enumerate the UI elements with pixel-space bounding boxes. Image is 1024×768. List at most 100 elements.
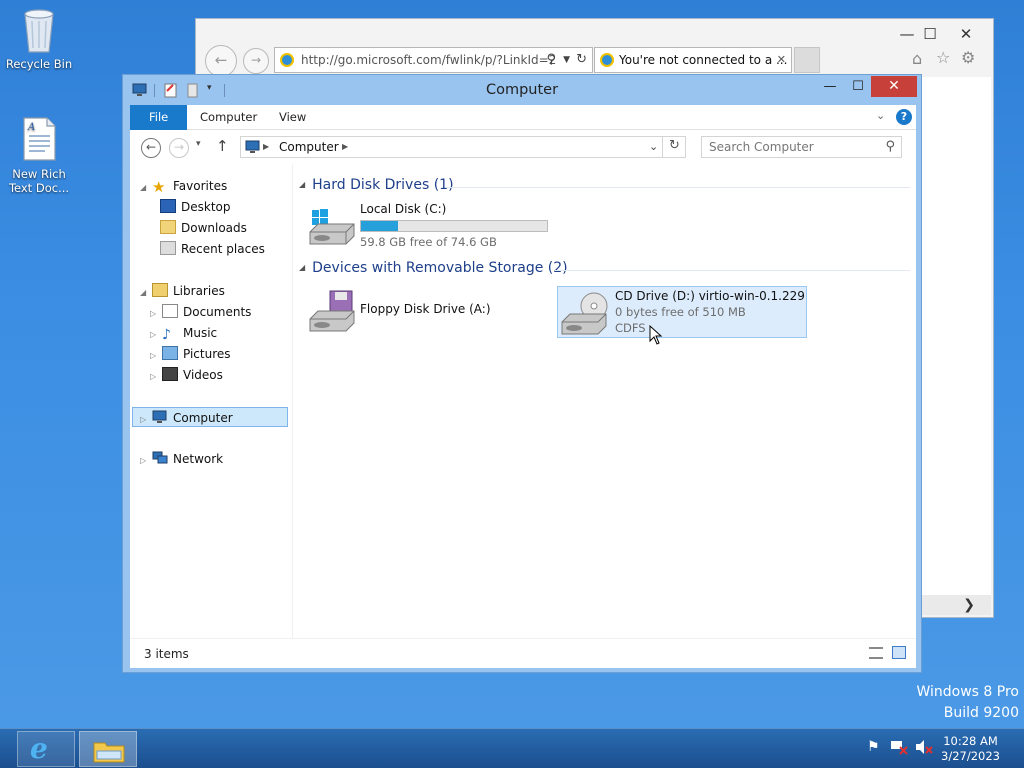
ie-tab-title: You're not connected to a ... — [619, 53, 788, 67]
back-button[interactable]: ← — [141, 138, 161, 158]
group-title: Devices with Removable Storage (2) — [312, 260, 568, 276]
address-dropdown-icon[interactable]: ⌄ — [649, 137, 658, 157]
expand-arrow-icon[interactable]: ▷ — [150, 367, 162, 387]
system-clock[interactable]: 10:28 AM 3/27/2023 — [941, 734, 1000, 764]
tree-label: Libraries — [173, 284, 225, 298]
taskbar-file-explorer[interactable] — [79, 731, 137, 767]
tree-label: Recent places — [181, 242, 265, 256]
breadcrumb-chevron-icon[interactable]: ▶ — [263, 137, 269, 157]
large-icons-view-icon[interactable] — [892, 646, 906, 659]
group-title: Hard Disk Drives (1) — [312, 177, 454, 193]
tree-label: Videos — [183, 368, 223, 382]
ie-horizontal-scrollbar[interactable]: ❯ — [921, 595, 991, 615]
ie-tab-close-icon[interactable]: ✕ — [777, 48, 786, 72]
group-header-hard-disks[interactable]: ◢ Hard Disk Drives (1) — [299, 177, 454, 193]
tree-item-libraries[interactable]: ◢ Libraries — [140, 281, 225, 301]
recent-locations-button[interactable]: ▾ — [196, 139, 201, 149]
tab-computer[interactable]: Computer — [188, 105, 269, 130]
volume-muted-icon[interactable] — [915, 739, 933, 759]
taskbar-internet-explorer[interactable]: e — [17, 731, 75, 767]
expand-arrow-icon[interactable]: ▷ — [150, 325, 162, 345]
breadcrumb-computer[interactable]: Computer — [279, 137, 339, 157]
ie-address-bar[interactable]: http://go.microsoft.com/fwlink/p/?LinkId… — [274, 47, 593, 73]
group-header-removable[interactable]: ◢ Devices with Removable Storage (2) — [299, 260, 568, 276]
tree-item-music[interactable]: ▷ ♪ Music — [150, 323, 217, 343]
collapse-arrow-icon[interactable]: ◢ — [140, 283, 152, 303]
tree-item-network[interactable]: ▷ Network — [140, 449, 223, 469]
ie-forward-button[interactable]: → — [243, 48, 269, 74]
refresh-button[interactable]: ↻ — [662, 136, 686, 158]
expand-arrow-icon[interactable]: ▷ — [140, 451, 152, 471]
group-divider — [555, 270, 910, 271]
tree-item-documents[interactable]: ▷ Documents — [150, 302, 251, 322]
pictures-icon — [162, 346, 178, 360]
hard-drive-windows-icon — [308, 206, 356, 249]
ie-dropdown-icon[interactable]: ▼ — [563, 48, 570, 72]
ie-close-button[interactable]: ✕ — [952, 23, 980, 45]
desktop-icon-recycle-bin[interactable]: Recycle Bin — [1, 6, 77, 71]
ie-page-content[interactable] — [921, 77, 991, 597]
drive-cd-d[interactable]: CD Drive (D:) virtio-win-0.1.229 0 bytes… — [557, 286, 807, 338]
collapse-arrow-icon[interactable]: ◢ — [140, 178, 152, 198]
desktop-folder-icon — [160, 199, 176, 213]
tree-label: Pictures — [183, 347, 231, 361]
network-icon — [152, 451, 168, 465]
content-pane[interactable]: ◢ Hard Disk Drives (1) Local Disk (C:) 59… — [292, 164, 916, 638]
desktop-icon-rtf-document[interactable]: A New Rich Text Doc... — [1, 116, 77, 195]
tree-item-desktop[interactable]: Desktop — [160, 197, 231, 217]
tree-item-pictures[interactable]: ▷ Pictures — [150, 344, 231, 364]
details-view-icon[interactable] — [869, 647, 883, 659]
network-status-icon[interactable] — [890, 739, 908, 759]
expand-arrow-icon[interactable]: ▷ — [140, 410, 152, 430]
rtf-document-icon: A — [17, 116, 61, 164]
tree-item-favorites[interactable]: ◢ ★ Favorites — [140, 176, 227, 196]
help-icon[interactable]: ? — [896, 109, 912, 125]
documents-icon — [162, 304, 178, 318]
group-collapse-icon[interactable]: ◢ — [299, 180, 305, 189]
tree-label: Computer — [173, 411, 233, 425]
explorer-window[interactable]: ▾ Computer — ☐ ✕ File Computer View ⌄ ? … — [122, 74, 922, 673]
drive-floppy-a[interactable]: Floppy Disk Drive (A:) — [303, 286, 553, 338]
music-note-icon: ♪ — [162, 327, 171, 343]
ie-page-icon — [280, 53, 294, 67]
drive-free-space: 59.8 GB free of 74.6 GB — [360, 235, 497, 249]
home-icon[interactable]: ⌂ — [912, 49, 922, 68]
expand-arrow-icon[interactable]: ▷ — [150, 346, 162, 366]
tree-item-downloads[interactable]: Downloads — [160, 218, 247, 238]
tab-view[interactable]: View — [267, 105, 318, 130]
drive-name: CD Drive (D:) virtio-win-0.1.229 — [615, 289, 805, 303]
ie-refresh-icon[interactable]: ↻ — [576, 48, 587, 72]
ie-tab-active[interactable]: You're not connected to a ... ✕ — [594, 47, 792, 73]
group-collapse-icon[interactable]: ◢ — [299, 263, 305, 272]
address-bar[interactable]: ▶ Computer ▶ ⌄ — [240, 136, 686, 158]
tree-item-computer[interactable]: ▷ Computer — [132, 407, 288, 427]
drive-local-disk-c[interactable]: Local Disk (C:) 59.8 GB free of 74.6 GB — [303, 202, 553, 254]
ie-search-icon[interactable]: ⚲ — [546, 48, 556, 72]
favorites-star-icon[interactable]: ☆ — [936, 48, 950, 67]
tree-item-videos[interactable]: ▷ Videos — [150, 365, 223, 385]
recent-places-icon — [160, 241, 176, 255]
up-button[interactable]: ↑ — [216, 137, 229, 155]
close-button[interactable]: ✕ — [871, 76, 917, 97]
tree-label: Favorites — [173, 179, 228, 193]
ie-address-text: http://go.microsoft.com/fwlink/p/?LinkId… — [301, 53, 557, 67]
action-center-flag-icon[interactable]: ⚑ — [867, 739, 880, 755]
search-input[interactable]: Search Computer ⚲ — [701, 136, 902, 158]
tree-item-recent-places[interactable]: Recent places — [160, 239, 265, 259]
forward-button[interactable]: → — [169, 138, 189, 158]
ribbon-expand-icon[interactable]: ⌄ — [876, 109, 885, 122]
settings-gear-icon[interactable]: ⚙ — [961, 48, 975, 67]
search-icon: ⚲ — [885, 139, 895, 154]
status-bar: 3 items — [130, 638, 916, 668]
minimize-button[interactable]: — — [820, 77, 840, 97]
expand-arrow-icon[interactable]: ▷ — [150, 304, 162, 324]
watermark-line1: Windows 8 Pro — [916, 684, 1019, 700]
breadcrumb-chevron-icon-2[interactable]: ▶ — [342, 137, 348, 157]
maximize-button[interactable]: ☐ — [847, 77, 869, 97]
tab-file[interactable]: File — [130, 105, 188, 130]
ie-back-button[interactable]: ← — [205, 45, 237, 77]
ie-maximize-button[interactable]: ☐ — [916, 23, 944, 45]
ie-new-tab-button[interactable] — [794, 47, 820, 73]
recycle-bin-icon — [17, 6, 61, 54]
explorer-title-bar[interactable]: ▾ Computer — ☐ ✕ — [123, 75, 921, 105]
